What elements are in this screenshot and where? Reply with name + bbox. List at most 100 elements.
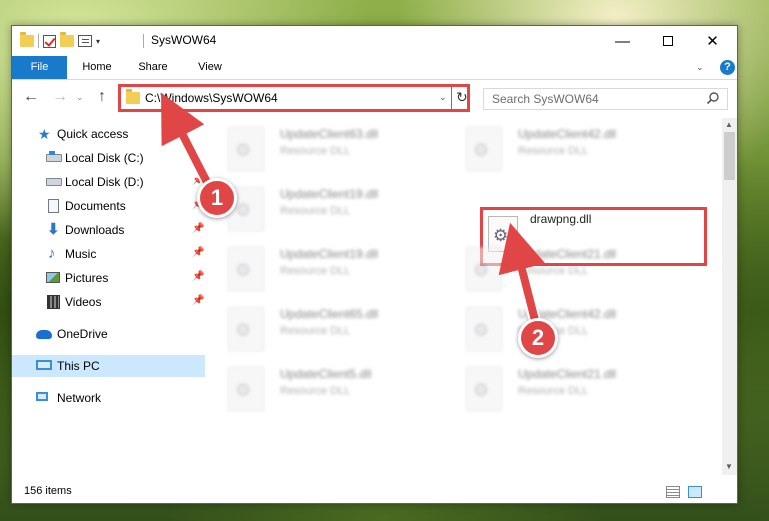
music-icon: ♪ (48, 245, 56, 262)
videos-icon (47, 295, 60, 309)
file-name: UpdateClient5.dll (280, 367, 372, 381)
customize-toolbar-chevron-icon[interactable]: ▾ (96, 37, 100, 46)
file-item[interactable]: UpdateClient19.dll Resource DLL (208, 183, 428, 241)
file-name: UpdateClient19.dll (280, 247, 379, 261)
address-divider (451, 87, 452, 109)
sidebar-item-label: Local Disk (C:) (65, 151, 144, 165)
sidebar-item-pictures[interactable]: Pictures 📌 (12, 267, 205, 289)
sidebar-item-label: Videos (65, 295, 102, 309)
scroll-up-icon[interactable]: ▲ (725, 120, 733, 129)
sidebar-item-local-disk-d[interactable]: Local Disk (D:) 📌 (12, 171, 205, 193)
scroll-down-icon[interactable]: ▼ (725, 462, 733, 471)
file-name: UpdateClient63.dll (280, 127, 379, 141)
scrollbar-thumb[interactable] (724, 132, 735, 180)
pin-icon[interactable]: 📌 (192, 247, 204, 258)
quick-access-toolbar: ▾ (20, 32, 100, 49)
address-path[interactable]: C:\Windows\SysWOW64 (145, 91, 278, 105)
sidebar-item-quick-access[interactable]: ★ Quick access (12, 123, 205, 145)
sidebar-item-onedrive[interactable]: OneDrive (12, 323, 205, 345)
address-dropdown-chevron-icon[interactable]: ⌄ (439, 92, 447, 103)
file-item[interactable]: UpdateClient63.dll Resource DLL (208, 123, 428, 181)
file-item[interactable]: UpdateClient19.dll Resource DLL (208, 243, 428, 301)
expand-ribbon-chevron-icon[interactable]: ⌄ (696, 62, 704, 73)
details-view-icon[interactable] (666, 486, 680, 498)
pin-icon[interactable]: ✦ (192, 151, 200, 162)
sidebar-item-this-pc[interactable]: This PC (12, 355, 205, 377)
file-name: UpdateClient21.dll (518, 247, 617, 261)
dll-file-icon (228, 367, 264, 411)
sidebar-item-label: Downloads (65, 223, 125, 237)
file-name: UpdateClient65.dll (280, 307, 379, 321)
tab-view[interactable]: View (185, 56, 235, 79)
large-icons-view-icon[interactable] (688, 486, 702, 498)
file-name: drawpng.dll (530, 212, 592, 226)
file-item[interactable]: UpdateClient21.dll Resource DLL (446, 243, 666, 301)
star-icon: ★ (38, 126, 51, 142)
file-name: UpdateClient42.dll (518, 127, 617, 141)
file-name: UpdateClient19.dll (280, 187, 379, 201)
cloud-icon (36, 330, 52, 339)
up-button[interactable]: ↑ (98, 88, 106, 106)
sidebar-item-network[interactable]: Network (12, 387, 205, 409)
item-count: 156 items (24, 485, 72, 497)
step-badge-1: 1 (197, 178, 237, 218)
status-bar: 156 items (12, 481, 737, 503)
new-folder-icon[interactable] (60, 32, 74, 47)
minimize-button[interactable]: — (600, 26, 645, 56)
close-button[interactable]: ✕ (690, 26, 735, 56)
pin-icon[interactable]: 📌 (192, 271, 204, 282)
search-icon[interactable] (706, 91, 720, 105)
toolbar-divider (38, 34, 39, 48)
file-item[interactable]: UpdateClient5.dll Resource DLL (208, 363, 428, 421)
maximize-button[interactable] (645, 26, 690, 56)
file-type: Resource DLL (280, 265, 351, 277)
sidebar-item-downloads[interactable]: ⬇ Downloads 📌 (12, 219, 205, 241)
pin-icon[interactable]: 📌 (192, 295, 204, 306)
file-item[interactable]: UpdateClient21.dll Resource DLL (446, 363, 666, 421)
dll-file-icon (466, 127, 502, 171)
dll-file-icon (228, 307, 264, 351)
file-item[interactable]: UpdateClient65.dll Resource DLL (208, 303, 428, 361)
pictures-icon (46, 272, 60, 283)
sidebar-item-label: Documents (65, 199, 126, 213)
tab-home[interactable]: Home (74, 56, 120, 79)
forward-button[interactable]: → (52, 88, 68, 106)
ribbon-tabs: File Home Share View ⌄ ? (12, 56, 737, 80)
properties-check-icon[interactable] (43, 34, 56, 48)
sidebar-item-label: Network (57, 391, 102, 405)
folder-icon (126, 89, 140, 104)
sidebar-item-documents[interactable]: Documents 📌 (12, 195, 205, 217)
properties-icon[interactable] (78, 35, 92, 47)
documents-icon (48, 199, 59, 213)
tab-share[interactable]: Share (128, 56, 178, 79)
sidebar-item-label: OneDrive (57, 327, 108, 341)
sidebar-item-label: Music (65, 247, 97, 261)
maximize-icon (662, 36, 673, 46)
sidebar-item-label: This PC (57, 359, 100, 373)
help-icon[interactable]: ? (720, 60, 735, 75)
file-item[interactable]: UpdateClient42.dll Resource DLL (446, 123, 666, 181)
step-badge-2: 2 (518, 318, 558, 358)
sidebar-item-local-disk-c[interactable]: Local Disk (C:) ✦ (12, 147, 205, 169)
disk-icon (46, 178, 62, 186)
file-type: Resource DLL (280, 385, 351, 397)
file-type: Resource DLL (518, 145, 589, 157)
downloads-icon: ⬇ (47, 221, 60, 238)
search-input[interactable]: Search SysWOW64 (483, 88, 728, 110)
disk-icon (46, 151, 62, 162)
address-bar[interactable]: C:\Windows\SysWOW64 ⌄ ↻ (118, 84, 470, 112)
pin-icon[interactable]: 📌 (192, 223, 204, 234)
sidebar-item-label: Local Disk (D:) (65, 175, 144, 189)
tab-file[interactable]: File (12, 56, 67, 79)
vertical-scrollbar[interactable]: ▲ ▼ (722, 118, 737, 475)
file-explorer-window: ▾ SysWOW64 — ✕ File Home Share View ⌄ ? … (11, 25, 738, 504)
sidebar-item-videos[interactable]: Videos 📌 (12, 291, 205, 313)
sidebar-item-music[interactable]: ♪ Music 📌 (12, 243, 205, 265)
sidebar-item-label: Quick access (57, 127, 129, 141)
file-name: UpdateClient21.dll (518, 367, 617, 381)
dll-file-icon (466, 247, 502, 291)
refresh-icon[interactable]: ↻ (456, 89, 468, 106)
title-bar: ▾ SysWOW64 — ✕ (12, 26, 737, 56)
back-button[interactable]: ← (23, 88, 39, 106)
recent-locations-chevron-icon[interactable]: ⌄ (76, 92, 84, 103)
